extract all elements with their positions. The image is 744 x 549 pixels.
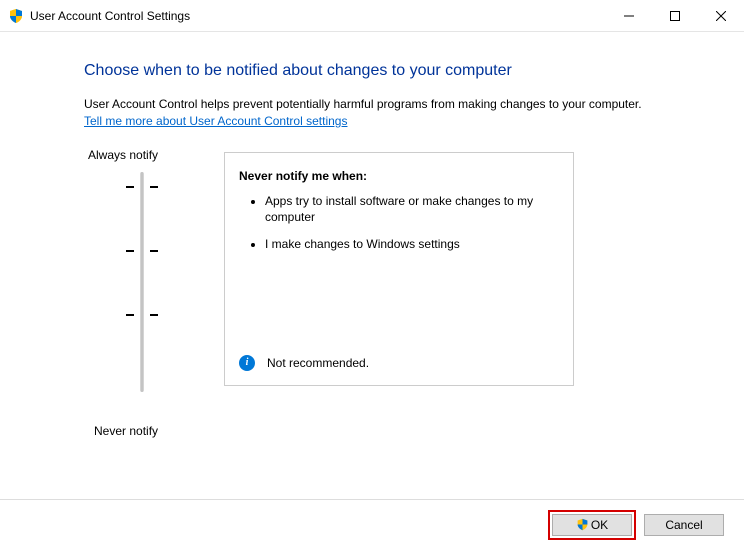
- ok-label: OK: [591, 518, 608, 532]
- shield-icon: [8, 8, 24, 24]
- cancel-label: Cancel: [665, 518, 702, 532]
- slider-top-label: Always notify: [88, 148, 204, 162]
- detail-panel: Never notify me when: Apps try to instal…: [224, 152, 574, 386]
- detail-item: Apps try to install software or make cha…: [265, 193, 559, 227]
- slider-bottom-label: Never notify: [94, 424, 204, 438]
- cancel-button[interactable]: Cancel: [644, 514, 724, 536]
- ok-button[interactable]: OK: [552, 514, 632, 536]
- close-button[interactable]: [698, 0, 744, 31]
- shield-icon: [576, 518, 589, 531]
- minimize-button[interactable]: [606, 0, 652, 31]
- title-bar: User Account Control Settings: [0, 0, 744, 32]
- detail-title: Never notify me when:: [239, 169, 559, 183]
- recommendation-text: Not recommended.: [267, 356, 369, 370]
- page-description: User Account Control helps prevent poten…: [84, 97, 642, 111]
- page-heading: Choose when to be notified about changes…: [84, 62, 706, 80]
- learn-more-link[interactable]: Tell me more about User Account Control …: [84, 114, 347, 128]
- detail-item: I make changes to Windows settings: [265, 236, 559, 253]
- uac-slider[interactable]: [122, 172, 162, 392]
- window-title: User Account Control Settings: [30, 9, 190, 23]
- footer-bar: OK Cancel: [0, 499, 744, 549]
- maximize-button[interactable]: [652, 0, 698, 31]
- info-icon: i: [239, 355, 255, 371]
